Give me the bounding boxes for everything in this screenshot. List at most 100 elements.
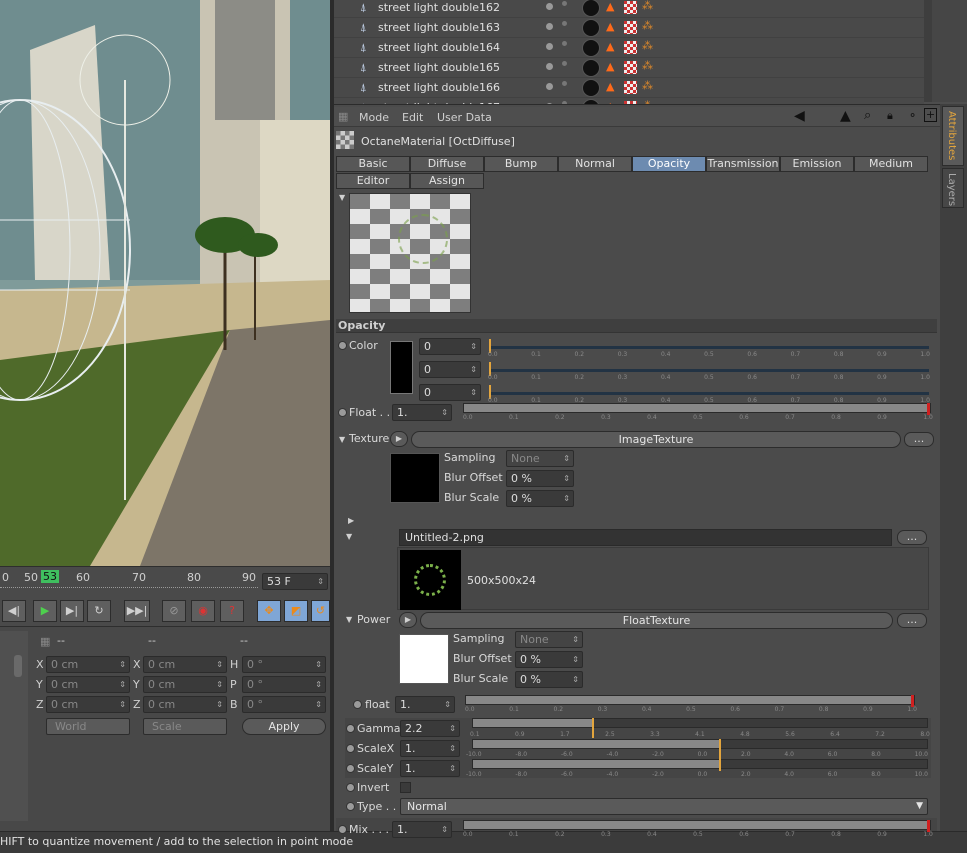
tab-attributes[interactable]: Attributes xyxy=(942,106,964,166)
visibility-editor-dot[interactable] xyxy=(546,43,553,50)
play-icon[interactable]: ▶ xyxy=(33,600,57,622)
scaley-field[interactable]: 1. xyxy=(400,760,460,777)
menu-mode[interactable]: Mode xyxy=(359,111,389,124)
power-float-slider[interactable] xyxy=(465,695,915,707)
size-z-field[interactable]: 0 cm xyxy=(143,696,227,713)
power-sampling-dropdown[interactable]: None xyxy=(515,631,583,648)
color-channel-slider[interactable] xyxy=(489,362,929,376)
object-row[interactable]: ⍋ street light double166 ▲ ⁂ xyxy=(334,78,924,98)
position-x-field[interactable]: 0 cm xyxy=(46,656,130,673)
type-dropdown[interactable]: Normal ▼ xyxy=(400,798,928,815)
timeline[interactable]: 0 50 53 60 70 80 90 53 F xyxy=(0,566,330,596)
visibility-editor-dot[interactable] xyxy=(546,83,553,90)
animate-dot[interactable] xyxy=(346,783,355,792)
texture-more-button[interactable]: ... xyxy=(904,432,934,447)
color-r-field[interactable]: 0 xyxy=(419,338,481,355)
rotation-p-field[interactable]: 0 ° xyxy=(242,676,326,693)
object-row[interactable]: ⍋ street light double162 ▲ ⁂ xyxy=(334,0,924,18)
animate-dot[interactable] xyxy=(338,825,347,834)
phong-tag-icon[interactable]: ▲ xyxy=(606,60,614,73)
texture-expand-icon[interactable]: ▼ xyxy=(339,435,345,444)
autokey-icon[interactable]: ◉ xyxy=(191,600,215,622)
texture-tag-icon[interactable] xyxy=(624,41,637,54)
scaley-handle[interactable] xyxy=(719,759,721,771)
tab-assign[interactable]: Assign xyxy=(410,173,484,189)
rotate-icon[interactable]: ↺ xyxy=(311,600,330,622)
3d-viewport[interactable] xyxy=(0,0,330,566)
material-tag-icon[interactable] xyxy=(582,0,600,17)
color-swatch[interactable] xyxy=(390,341,413,394)
apply-button[interactable]: Apply xyxy=(242,718,326,735)
color-g-field[interactable]: 0 xyxy=(419,361,481,378)
tab-normal[interactable]: Normal xyxy=(558,156,632,172)
scalex-field[interactable]: 1. xyxy=(400,740,460,757)
scale-dropdown[interactable]: Scale xyxy=(143,718,227,735)
visibility-render-dot[interactable] xyxy=(562,61,567,66)
size-x-field[interactable]: 0 cm xyxy=(143,656,227,673)
search-icon[interactable]: ⌕ xyxy=(864,108,871,123)
material-tag-icon[interactable] xyxy=(582,59,600,77)
visibility-render-dot[interactable] xyxy=(562,41,567,46)
float-slider[interactable] xyxy=(463,403,931,415)
mix-slider[interactable] xyxy=(463,820,931,832)
go-to-end-icon[interactable]: ▶▶| xyxy=(124,600,150,622)
cluster-tag-icon[interactable]: ⁂ xyxy=(642,59,653,72)
lock-icon[interactable]: 🔒︎ xyxy=(887,109,893,123)
object-row[interactable]: ⍋ street light double163 ▲ ⁂ xyxy=(334,18,924,38)
power-menu-button[interactable]: ▶ xyxy=(399,612,417,628)
back-arrow-icon[interactable]: ◀ xyxy=(794,108,805,124)
animate-dot[interactable] xyxy=(346,764,355,773)
power-blur-offset-field[interactable]: 0 % xyxy=(515,651,583,668)
power-float-field[interactable]: 1. xyxy=(395,696,455,713)
texture-tag-icon[interactable] xyxy=(624,81,637,94)
tab-basic[interactable]: Basic xyxy=(336,156,410,172)
animate-dot[interactable] xyxy=(338,408,347,417)
power-expand-icon[interactable]: ▼ xyxy=(346,615,352,624)
float-field[interactable]: 1. xyxy=(392,404,452,421)
gamma-field[interactable]: 2.2 xyxy=(400,720,460,737)
blur-offset-field[interactable]: 0 % xyxy=(506,470,574,487)
loop-icon[interactable]: ↻ xyxy=(87,600,111,622)
scalex-slider[interactable] xyxy=(472,739,928,759)
collapse-arrow-icon[interactable]: ▼ xyxy=(339,193,345,202)
blur-scale-field[interactable]: 0 % xyxy=(506,490,574,507)
animate-dot[interactable] xyxy=(346,724,355,733)
texture-tag-icon[interactable] xyxy=(624,1,637,14)
visibility-render-dot[interactable] xyxy=(562,81,567,86)
cluster-tag-icon[interactable]: ⁂ xyxy=(642,19,653,32)
collapsed-arrow-icon[interactable]: ▶ xyxy=(348,516,354,525)
cluster-tag-icon[interactable]: ⁂ xyxy=(642,39,653,52)
rotation-h-field[interactable]: 0 ° xyxy=(242,656,326,673)
phong-tag-icon[interactable]: ▲ xyxy=(606,0,614,13)
float-texture-button[interactable]: FloatTexture xyxy=(420,612,893,629)
material-tag-icon[interactable] xyxy=(582,19,600,37)
menu-edit[interactable]: Edit xyxy=(402,111,423,124)
invert-checkbox[interactable] xyxy=(400,782,411,793)
tab-medium[interactable]: Medium xyxy=(854,156,928,172)
step-back-icon[interactable]: ◀| xyxy=(2,600,26,622)
power-more-button[interactable]: ... xyxy=(897,613,927,628)
object-scrollbar[interactable] xyxy=(924,0,932,102)
move-icon[interactable]: ✥ xyxy=(257,600,281,622)
texture-tag-icon[interactable] xyxy=(624,21,637,34)
animate-dot[interactable] xyxy=(346,744,355,753)
tab-opacity[interactable]: Opacity xyxy=(632,156,706,172)
object-row[interactable]: ⍋ street light double164 ▲ ⁂ xyxy=(334,38,924,58)
mix-field[interactable]: 1. xyxy=(392,821,452,838)
scrollbar-thumb[interactable] xyxy=(14,655,22,677)
help-icon[interactable]: ? xyxy=(220,600,244,622)
size-y-field[interactable]: 0 cm xyxy=(143,676,227,693)
visibility-editor-dot[interactable] xyxy=(546,3,553,10)
step-forward-icon[interactable]: ▶| xyxy=(60,600,84,622)
file-expand-icon[interactable]: ▼ xyxy=(346,532,352,541)
gamma-slider[interactable] xyxy=(472,718,928,738)
tab-transmission[interactable]: Transmission xyxy=(706,156,780,172)
tab-bump[interactable]: Bump xyxy=(484,156,558,172)
file-browse-button[interactable]: ... xyxy=(897,530,927,545)
color-b-field[interactable]: 0 xyxy=(419,384,481,401)
scale-icon[interactable]: ◩ xyxy=(284,600,308,622)
tab-diffuse[interactable]: Diffuse xyxy=(410,156,484,172)
position-y-field[interactable]: 0 cm xyxy=(46,676,130,693)
sampling-dropdown[interactable]: None xyxy=(506,450,574,467)
link-icon[interactable]: ⚬ xyxy=(908,109,917,122)
